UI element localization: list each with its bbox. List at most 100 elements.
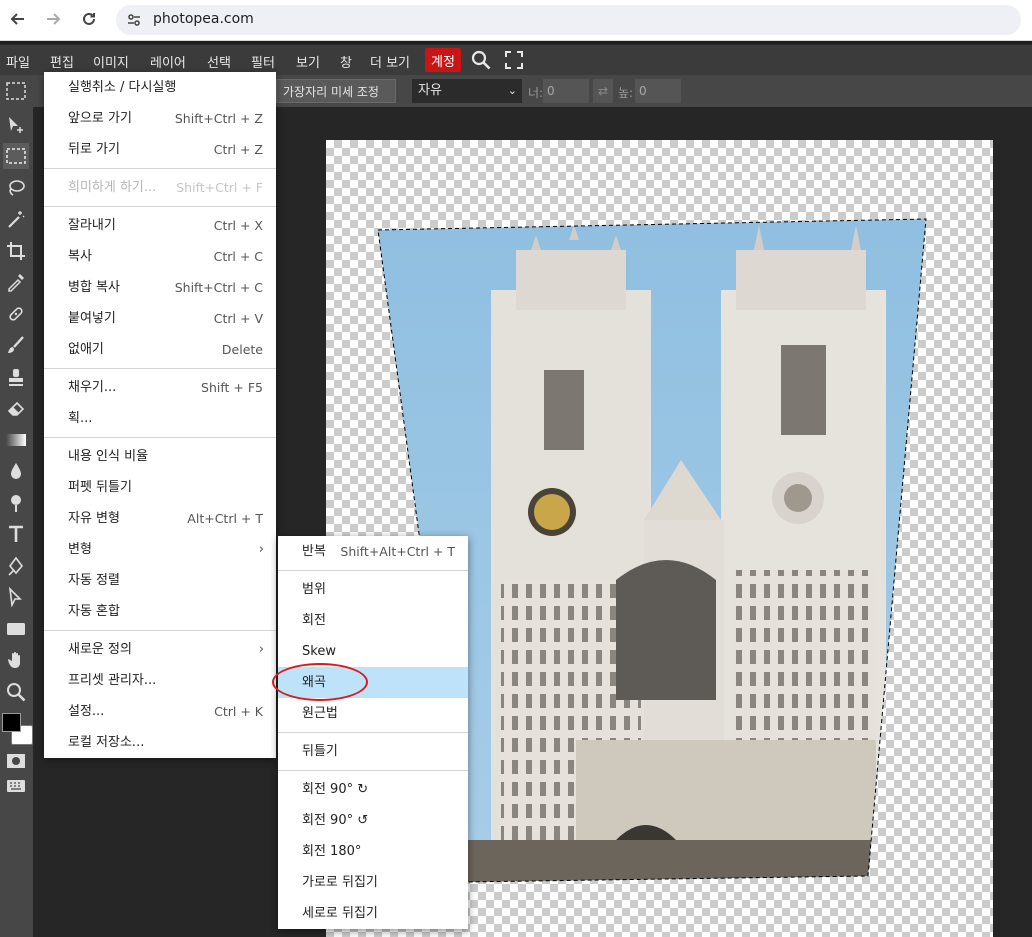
menu-edit[interactable]: 편집 [50, 52, 74, 71]
move-tool-icon[interactable] [3, 112, 29, 138]
menu-item-warp[interactable]: 뒤틀기 [278, 736, 468, 767]
menu-item-flip-vertical[interactable]: 세로로 뒤집기 [278, 898, 468, 929]
menu-item-rotate-90-cw[interactable]: 회전 90° ↻ [278, 774, 468, 805]
menu-item-step-forward[interactable]: 앞으로 가기 Shift+Ctrl + Z [44, 103, 276, 134]
reload-icon[interactable] [76, 6, 102, 32]
account-button[interactable]: 계정 [425, 48, 461, 72]
menu-item-fill[interactable]: 채우기... Shift + F5 [44, 372, 276, 403]
menu-item-paste[interactable]: 붙여넣기 Ctrl + V [44, 303, 276, 334]
width-input[interactable]: 0 [543, 79, 589, 103]
menu-item-copy[interactable]: 복사 Ctrl + C [44, 241, 276, 272]
magic-wand-icon[interactable] [3, 206, 29, 232]
menu-layer[interactable]: 레이어 [150, 52, 186, 71]
menu-item-shortcut: Shift+Ctrl + F [176, 180, 263, 195]
gradient-tool-icon[interactable] [3, 427, 29, 453]
menu-item-preset-manager[interactable]: 프리셋 관리자... [44, 665, 276, 696]
menu-item-shortcut: Ctrl + X [213, 218, 263, 233]
menu-item-skew[interactable]: Skew [278, 636, 468, 667]
dodge-tool-icon[interactable] [3, 490, 29, 516]
quick-mask-icon[interactable] [3, 748, 29, 774]
menu-item-label: 퍼펫 뒤틀기 [68, 480, 132, 495]
eraser-tool-icon[interactable] [3, 395, 29, 421]
menu-item-local-storage[interactable]: 로컬 저장소... [44, 727, 276, 758]
color-swatches[interactable] [2, 712, 33, 745]
menu-item-define-new[interactable]: 새로운 정의 › [44, 634, 276, 665]
search-icon[interactable] [470, 49, 492, 71]
blur-tool-icon[interactable] [3, 458, 29, 484]
healing-brush-icon[interactable] [3, 301, 29, 327]
pen-tool-icon[interactable] [3, 553, 29, 579]
menu-item-perspective[interactable]: 원근법 [278, 698, 468, 729]
menu-item-label: 잘라내기 [68, 218, 116, 233]
menu-image[interactable]: 이미지 [93, 52, 129, 71]
menu-file[interactable]: 파일 [6, 52, 30, 71]
menu-item-rotate[interactable]: 회전 [278, 605, 468, 636]
menu-item-transform[interactable]: 변형 › [44, 534, 276, 565]
menu-item-label: 내용 인식 비율 [68, 449, 149, 464]
arrow-right-icon[interactable] [40, 6, 66, 32]
menu-item-content-aware-scale[interactable]: 내용 인식 비율 [44, 441, 276, 472]
menu-item-label: 원근법 [302, 706, 338, 721]
menu-item-label: 자동 정렬 [68, 573, 120, 588]
path-select-icon[interactable] [3, 584, 29, 610]
menu-item-label: 붙여넣기 [68, 311, 116, 326]
menu-item-preferences[interactable]: 설정... Ctrl + K [44, 696, 276, 727]
menu-item-clear[interactable]: 없애기 Delete [44, 334, 276, 365]
marquee-tool-preset-icon[interactable] [6, 82, 26, 104]
style-select[interactable]: 자유 ⌄ [412, 79, 522, 103]
menu-item-shortcut: Shift+Alt+Ctrl + T [340, 544, 455, 559]
rectangle-tool-icon[interactable] [3, 616, 29, 642]
menu-item-step-backward[interactable]: 뒤로 가기 Ctrl + Z [44, 134, 276, 165]
menu-item-shortcut: Shift+Ctrl + Z [174, 111, 263, 126]
menu-divider [44, 630, 276, 631]
menu-item-label: 회전 90° ↺ [302, 813, 369, 828]
menu-item-rotate-90-ccw[interactable]: 회전 90° ↺ [278, 805, 468, 836]
menu-item-flip-horizontal[interactable]: 가로로 뒤집기 [278, 867, 468, 898]
zoom-tool-icon[interactable] [3, 679, 29, 705]
menu-item-auto-align[interactable]: 자동 정렬 [44, 565, 276, 596]
menu-item-copy-merged[interactable]: 병합 복사 Shift+Ctrl + C [44, 272, 276, 303]
address-bar[interactable]: photopea.com [116, 5, 1021, 35]
transform-submenu: 반복 Shift+Alt+Ctrl + T 범위 회전 Skew 왜곡 원근법 뒤… [278, 536, 468, 929]
lasso-tool-icon[interactable] [3, 175, 29, 201]
menu-filter[interactable]: 필터 [251, 52, 275, 71]
crop-tool-icon[interactable] [3, 238, 29, 264]
eyedropper-icon[interactable] [3, 269, 29, 295]
menu-item-cut[interactable]: 잘라내기 Ctrl + X [44, 210, 276, 241]
menu-divider [44, 168, 276, 169]
height-input[interactable]: 0 [635, 79, 681, 103]
menu-item-again[interactable]: 반복 Shift+Alt+Ctrl + T [278, 536, 468, 567]
menu-divider [278, 770, 468, 771]
menu-item-puppet-warp[interactable]: 퍼펫 뒤틀기 [44, 472, 276, 503]
menu-item-rotate-180[interactable]: 회전 180° [278, 836, 468, 867]
refine-edge-button[interactable]: 가장자리 미세 조정 [276, 79, 396, 103]
brush-tool-icon[interactable] [3, 332, 29, 358]
browser-toolbar: photopea.com [0, 0, 1032, 41]
menu-item-stroke[interactable]: 획... [44, 403, 276, 434]
menu-item-undo-redo[interactable]: 실행취소 / 다시실행 [44, 72, 276, 103]
swap-icon[interactable]: ⇄ [593, 79, 613, 103]
hand-tool-icon[interactable] [3, 647, 29, 673]
menu-more[interactable]: 더 보기 [370, 52, 410, 71]
menu-select[interactable]: 선택 [207, 52, 231, 71]
site-info-icon[interactable] [124, 10, 144, 30]
text-tool-icon[interactable] [3, 521, 29, 547]
highlight-annotation-circle [272, 663, 368, 701]
foreground-color-swatch[interactable] [2, 713, 21, 732]
keyboard-icon[interactable] [3, 773, 29, 799]
fullscreen-icon[interactable] [503, 49, 525, 71]
height-label: 높: [618, 86, 634, 100]
arrow-left-icon[interactable] [5, 6, 31, 32]
menu-item-scale[interactable]: 범위 [278, 574, 468, 605]
app-menubar: 파일 편집 이미지 레이어 선택 필터 보기 창 더 보기 계정 [0, 44, 1032, 75]
menu-item-auto-blend[interactable]: 자동 혼합 [44, 596, 276, 627]
stamp-tool-icon[interactable] [3, 364, 29, 390]
menu-item-label: 뒤틀기 [302, 744, 338, 759]
menu-view[interactable]: 보기 [296, 52, 320, 71]
menu-item-free-transform[interactable]: 자유 변형 Alt+Ctrl + T [44, 503, 276, 534]
menu-item-shortcut: Shift+Ctrl + C [174, 280, 263, 295]
menu-item-label: 복사 [68, 249, 92, 264]
menu-item-label: 앞으로 가기 [68, 111, 132, 126]
marquee-tool-icon[interactable] [3, 143, 29, 169]
menu-window[interactable]: 창 [340, 52, 352, 71]
